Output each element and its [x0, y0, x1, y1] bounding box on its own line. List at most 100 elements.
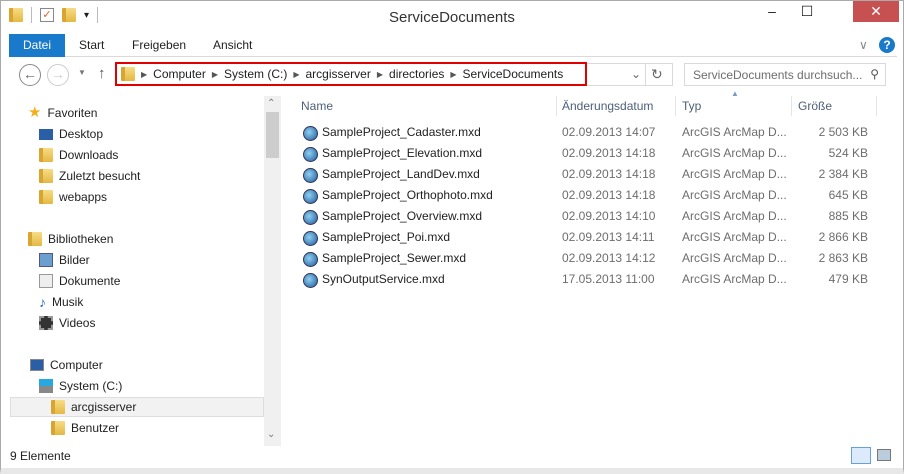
- ribbon-tabs: Datei Start Freigeben Ansicht ∨ ?: [9, 34, 897, 57]
- explorer-window: ✓ ▾ ServiceDocuments – ☐ ✕ Datei Start F…: [0, 0, 904, 474]
- column-divider[interactable]: [791, 96, 792, 116]
- drive-icon: [39, 379, 53, 393]
- nav-label: Computer: [50, 358, 103, 372]
- search-placeholder: ServiceDocuments durchsuch...: [693, 68, 863, 82]
- scrollbar-thumb[interactable]: [266, 112, 279, 158]
- file-size: 524 KB: [828, 146, 868, 160]
- downloads-icon: [39, 148, 53, 162]
- nav-computer[interactable]: Computer: [30, 355, 103, 375]
- scroll-down-icon[interactable]: ⌄: [267, 429, 275, 440]
- item-count: 9 Elemente: [10, 449, 71, 463]
- scroll-up-icon[interactable]: ⌃: [267, 98, 275, 109]
- column-header-type[interactable]: Typ: [682, 96, 701, 116]
- documents-icon: [39, 274, 53, 288]
- large-icons-view-icon[interactable]: [877, 449, 891, 461]
- tab-ansicht[interactable]: Ansicht: [213, 34, 252, 57]
- music-icon: ♪: [39, 294, 46, 310]
- file-date: 02.09.2013 14:12: [562, 251, 656, 265]
- column-header-size[interactable]: Größe: [798, 96, 832, 116]
- mxd-file-icon: [303, 249, 318, 270]
- mxd-file-icon: [303, 207, 318, 228]
- file-date: 17.05.2013 11:00: [562, 272, 655, 286]
- back-button[interactable]: ←: [19, 64, 41, 86]
- file-type: ArcGIS ArcMap D...: [682, 188, 787, 202]
- nav-system-drive[interactable]: System (C:): [39, 376, 122, 396]
- nav-label: Downloads: [59, 148, 119, 162]
- up-button[interactable]: ↑: [98, 65, 106, 82]
- nav-label: Zuletzt besucht: [59, 169, 141, 183]
- recent-locations-icon[interactable]: ▼: [78, 68, 86, 77]
- file-row[interactable]: SampleProject_Elevation.mxd 02.09.2013 1…: [299, 143, 874, 164]
- file-date: 02.09.2013 14:11: [562, 230, 655, 244]
- nav-desktop[interactable]: Desktop: [39, 124, 103, 144]
- column-divider[interactable]: [675, 96, 676, 116]
- file-row[interactable]: SampleProject_Overview.mxd 02.09.2013 14…: [299, 206, 874, 227]
- nav-arcgisserver[interactable]: arcgisserver: [10, 397, 264, 417]
- chevron-right-icon: ▶: [141, 69, 148, 79]
- file-name: SampleProject_Orthophoto.mxd: [322, 188, 493, 202]
- breadcrumb-directories[interactable]: directories: [389, 67, 444, 81]
- minimize-button[interactable]: –: [757, 1, 787, 22]
- help-icon[interactable]: ?: [879, 37, 895, 53]
- close-button[interactable]: ✕: [853, 1, 899, 22]
- nav-videos[interactable]: Videos: [39, 313, 95, 333]
- file-row[interactable]: SynOutputService.mxd 17.05.2013 11:00 Ar…: [299, 269, 874, 290]
- column-header-name[interactable]: Name: [301, 96, 333, 116]
- column-divider[interactable]: [556, 96, 557, 116]
- breadcrumb-servicedocuments[interactable]: ServiceDocuments: [463, 67, 564, 81]
- file-row[interactable]: SampleProject_Cadaster.mxd 02.09.2013 14…: [299, 122, 874, 143]
- nav-label: Favoriten: [47, 106, 98, 120]
- folder-icon: [121, 67, 135, 81]
- mxd-file-icon: [303, 123, 318, 144]
- chevron-right-icon: ▶: [450, 69, 457, 79]
- maximize-button[interactable]: ☐: [787, 1, 827, 22]
- star-icon: ★: [28, 104, 42, 121]
- file-date: 02.09.2013 14:18: [562, 188, 656, 202]
- forward-button[interactable]: →: [47, 64, 69, 86]
- file-name: SynOutputService.mxd: [322, 272, 445, 286]
- file-row[interactable]: SampleProject_LandDev.mxd 02.09.2013 14:…: [299, 164, 874, 185]
- nav-recent[interactable]: Zuletzt besucht: [39, 166, 140, 186]
- search-input[interactable]: ServiceDocuments durchsuch... ⚲: [684, 63, 886, 86]
- folder-icon: [39, 190, 53, 204]
- file-size: 2 384 KB: [818, 167, 868, 181]
- navigation-pane: ★ Favoriten Desktop Downloads Zuletzt bes…: [10, 96, 264, 446]
- nav-benutzer[interactable]: Benutzer: [51, 418, 119, 438]
- nav-libraries[interactable]: Bibliotheken: [28, 229, 113, 249]
- nav-documents[interactable]: Dokumente: [39, 271, 120, 291]
- nav-label: Musik: [52, 295, 84, 309]
- nav-pictures[interactable]: Bilder: [39, 250, 90, 270]
- nav-label: Bibliotheken: [48, 232, 114, 246]
- breadcrumb-system[interactable]: System (C:): [224, 67, 287, 81]
- tab-freigeben[interactable]: Freigeben: [132, 34, 186, 57]
- tab-datei[interactable]: Datei: [9, 34, 65, 57]
- file-row[interactable]: SampleProject_Sewer.mxd 02.09.2013 14:12…: [299, 248, 874, 269]
- breadcrumb-computer[interactable]: Computer: [153, 67, 206, 81]
- nav-webapps[interactable]: webapps: [39, 187, 107, 207]
- mxd-file-icon: [303, 228, 318, 249]
- tab-start[interactable]: Start: [79, 34, 104, 57]
- file-type: ArcGIS ArcMap D...: [682, 209, 787, 223]
- column-header-date[interactable]: Änderungsdatum: [562, 96, 653, 116]
- file-row[interactable]: SampleProject_Poi.mxd 02.09.2013 14:11 A…: [299, 227, 874, 248]
- computer-icon: [30, 359, 44, 371]
- libraries-icon: [28, 232, 42, 246]
- expand-ribbon-icon[interactable]: ∨: [859, 34, 868, 57]
- file-size: 885 KB: [828, 209, 868, 223]
- nav-label: arcgisserver: [71, 400, 137, 414]
- file-size: 2 863 KB: [818, 251, 868, 265]
- refresh-icon[interactable]: ↻: [651, 66, 663, 83]
- breadcrumb-arcgisserver[interactable]: arcgisserver: [306, 67, 371, 81]
- nav-favorites[interactable]: ★ Favoriten: [28, 103, 97, 123]
- file-row[interactable]: SampleProject_Orthophoto.mxd 02.09.2013 …: [299, 185, 874, 206]
- search-icon[interactable]: ⚲: [870, 67, 879, 81]
- details-view-icon[interactable]: [851, 447, 871, 464]
- address-dropdown-icon[interactable]: ⌄: [631, 67, 641, 81]
- nav-label: Bilder: [59, 253, 90, 267]
- column-divider[interactable]: [876, 96, 877, 116]
- nav-music[interactable]: ♪ Musik: [39, 292, 83, 312]
- address-bar[interactable]: ▶ Computer ▶ System (C:) ▶ arcgisserver ▶ di…: [115, 62, 587, 86]
- file-date: 02.09.2013 14:07: [562, 125, 656, 139]
- nav-downloads[interactable]: Downloads: [39, 145, 118, 165]
- file-date: 02.09.2013 14:18: [562, 146, 656, 160]
